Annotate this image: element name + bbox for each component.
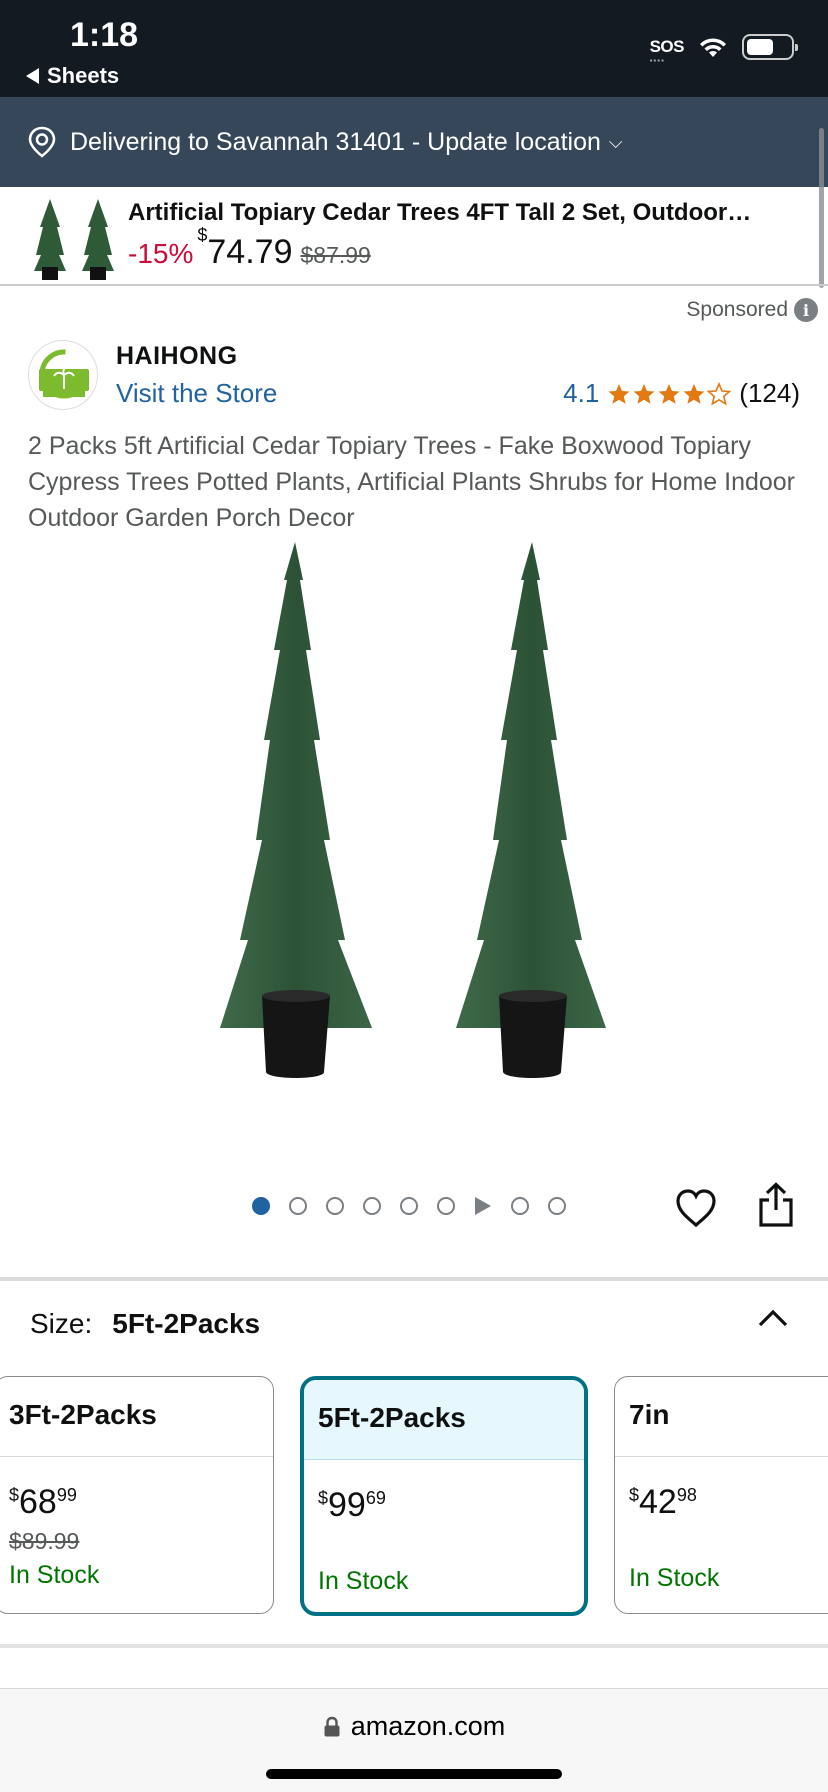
rating-summary[interactable]: 4.1 (124): [563, 378, 800, 409]
back-to-app-button[interactable]: Sheets: [26, 63, 119, 89]
star-full-icon: [633, 383, 655, 404]
info-icon: i: [794, 298, 818, 322]
sponsored-product-price: -15% $74.79 $87.99: [128, 225, 818, 272]
brand-name: HAIHONG: [116, 342, 238, 370]
chevron-down-icon: ⌵: [608, 131, 623, 152]
delivery-text: Delivering to Savannah 31401 - Update lo…: [70, 127, 601, 156]
sponsored-product-thumbnail: [22, 191, 126, 281]
carousel-dot[interactable]: [511, 1197, 529, 1215]
heart-icon[interactable]: [674, 1186, 718, 1230]
haihong-logo-icon: [39, 349, 89, 399]
home-indicator[interactable]: [266, 1769, 562, 1779]
status-icons: SOS ▪▪▪▪: [649, 34, 798, 65]
carousel-dot[interactable]: [363, 1197, 381, 1215]
browser-url-bar[interactable]: amazon.com: [0, 1688, 828, 1792]
tree-left: [220, 542, 372, 1078]
tree-thumbnail-2: [82, 198, 114, 280]
sos-indicator: SOS ▪▪▪▪: [649, 37, 685, 65]
size-options: 3Ft-2Packs $6899 $89.99 In Stock 5Ft-2Pa…: [0, 1376, 828, 1616]
sponsored-label[interactable]: Sponsored i: [686, 298, 818, 322]
size-option-list-price: $89.99: [9, 1528, 80, 1554]
product-image[interactable]: [0, 540, 828, 1130]
size-option-name: 7in: [615, 1377, 828, 1457]
star-full-icon: [658, 383, 680, 404]
list-price: $87.99: [300, 242, 371, 268]
section-divider: [0, 1277, 828, 1281]
product-title: 2 Packs 5ft Artificial Cedar Topiary Tre…: [28, 432, 796, 532]
size-option-price: $4298: [629, 1483, 697, 1521]
sponsored-product-banner[interactable]: Artificial Topiary Cedar Trees 4FT Tall …: [0, 187, 828, 286]
star-empty-icon: [707, 381, 732, 405]
cedar-trees-image: [220, 542, 606, 1078]
wifi-icon: [700, 38, 726, 57]
sponsored-text: Sponsored: [686, 298, 788, 321]
sponsored-product-title: Artificial Topiary Cedar Trees 4FT Tall …: [128, 199, 752, 226]
size-selector-header: Size: 5Ft-2Packs: [30, 1308, 260, 1340]
star-full-icon: [608, 383, 630, 404]
rating-value: 4.1: [563, 378, 600, 408]
video-play-icon[interactable]: [475, 1197, 491, 1215]
brand-logo[interactable]: [28, 340, 98, 410]
size-label: Size:: [30, 1308, 93, 1339]
visit-store-link[interactable]: Visit the Store: [116, 378, 277, 409]
size-option-name: 5Ft-2Packs: [304, 1380, 584, 1460]
delivery-location-bar[interactable]: Delivering to Savannah 31401 - Update lo…: [0, 97, 828, 187]
carousel-dot[interactable]: [548, 1197, 566, 1215]
tree-right: [456, 542, 606, 1078]
carousel-dot[interactable]: [400, 1197, 418, 1215]
image-carousel-dots[interactable]: [252, 1197, 566, 1215]
size-option-7in[interactable]: 7in $4298 In Stock: [614, 1376, 828, 1614]
section-divider: [0, 1644, 828, 1648]
status-time: 1:18: [70, 16, 139, 54]
size-option-stock: In Stock: [9, 1561, 100, 1589]
back-app-label: Sheets: [47, 63, 120, 88]
carousel-dot[interactable]: [326, 1197, 344, 1215]
star-rating: [607, 381, 732, 406]
size-option-price: $9969: [318, 1486, 386, 1524]
location-pin-icon: [28, 126, 56, 158]
url-display[interactable]: amazon.com: [0, 1711, 828, 1742]
size-option-price: $6899: [9, 1483, 77, 1521]
status-bar: 1:18 Sheets SOS ▪▪▪▪: [0, 0, 828, 97]
tree-thumbnail-1: [34, 198, 66, 280]
chevron-up-icon[interactable]: [756, 1306, 790, 1330]
battery-icon: [742, 34, 798, 60]
size-selected-value: 5Ft-2Packs: [112, 1308, 261, 1339]
back-triangle-icon: [26, 68, 39, 84]
size-option-name: 3Ft-2Packs: [0, 1377, 273, 1457]
carousel-dot[interactable]: [289, 1197, 307, 1215]
sponsored-product-info: Artificial Topiary Cedar Trees 4FT Tall …: [128, 199, 818, 272]
size-option-3ft-2packs[interactable]: 3Ft-2Packs $6899 $89.99 In Stock: [0, 1376, 274, 1614]
size-option-5ft-2packs[interactable]: 5Ft-2Packs $9969 In Stock: [300, 1376, 588, 1616]
star-full-icon: [683, 383, 705, 404]
size-option-stock: In Stock: [629, 1564, 720, 1592]
lock-icon: [324, 1716, 340, 1736]
url-domain: amazon.com: [350, 1711, 506, 1741]
carousel-dot[interactable]: [437, 1197, 455, 1215]
share-icon[interactable]: [756, 1182, 796, 1228]
carousel-dot-active[interactable]: [252, 1197, 270, 1215]
rating-count: (124): [739, 378, 800, 408]
deal-price: 74.79: [207, 233, 293, 271]
size-option-stock: In Stock: [318, 1567, 409, 1595]
currency-symbol: $: [197, 225, 208, 245]
discount-percent: -15%: [128, 238, 194, 269]
